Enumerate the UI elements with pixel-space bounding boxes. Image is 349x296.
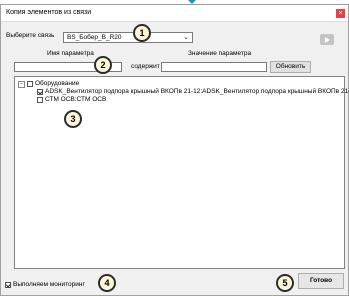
window-title: Копия элементов из связи [6, 9, 92, 16]
equipment-checkbox[interactable] [27, 81, 33, 87]
parameter-name-header: Имя параметра [47, 50, 94, 57]
callout-badge-2: 2 [94, 56, 112, 74]
refresh-button[interactable]: Обновить [270, 61, 311, 73]
monitoring-label: Выполняем мониторинг [13, 281, 85, 288]
tree-item-equipment[interactable]: − Оборудование [18, 80, 338, 88]
element-tree: − Оборудование ADSK_Вентилятор подпора к… [14, 76, 349, 269]
callout-badge-5: 5 [276, 274, 294, 292]
tree-item-label: ADSK_Вентилятор подпора крышный ВКОПв 21… [45, 88, 349, 95]
collapse-icon[interactable]: − [18, 81, 25, 88]
tree-item-label: СТМ ОСВ:СТМ ОСВ [45, 96, 107, 103]
operator-label: содержит [131, 63, 160, 70]
tree-item-label: Оборудование [35, 80, 80, 87]
done-button[interactable]: Готово [298, 273, 344, 289]
title-bar: Копия элементов из связи × [1, 5, 348, 22]
link-select-value: BS_Бобер_В_R20 [67, 34, 122, 41]
parameter-value-header: Значение параметра [188, 50, 252, 57]
tree-item-fan[interactable]: ADSK_Вентилятор подпора крышный ВКОПв 21… [18, 88, 349, 96]
chevron-down-icon: ⌄ [183, 34, 189, 41]
link-select[interactable]: BS_Бобер_В_R20 ⌄ [63, 32, 193, 43]
callout-badge-4: 4 [98, 274, 116, 292]
ctm-checkbox[interactable] [37, 97, 43, 103]
close-button[interactable]: × [336, 9, 345, 18]
callout-badge-1: 1 [133, 24, 151, 42]
dialog-window: Копия элементов из связи × Выберите связ… [0, 4, 349, 296]
link-select-label: Выберите связь [6, 32, 55, 39]
parameter-value-input[interactable] [161, 62, 267, 72]
monitoring-checkbox[interactable] [5, 282, 11, 288]
fan-checkbox[interactable] [37, 89, 43, 95]
tree-item-ctm[interactable]: СТМ ОСВ:СТМ ОСВ [18, 96, 218, 104]
play-icon[interactable] [320, 34, 334, 45]
callout-badge-3: 3 [64, 110, 82, 128]
